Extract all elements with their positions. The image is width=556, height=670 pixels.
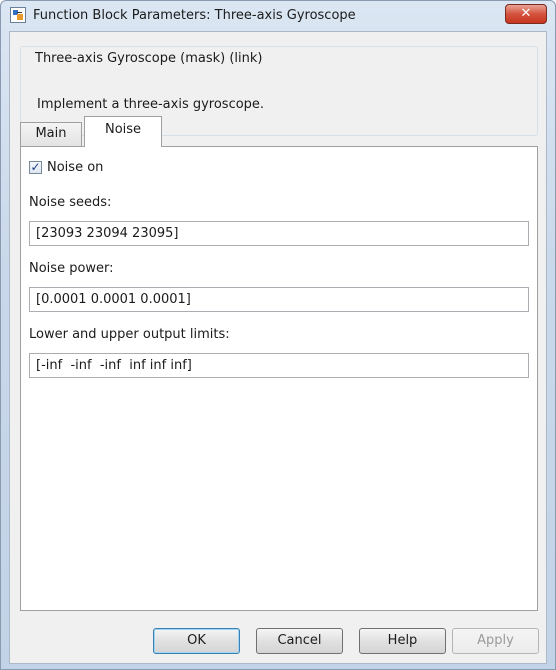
apply-button[interactable]: Apply	[452, 628, 539, 654]
tab-main[interactable]: Main	[20, 122, 82, 146]
block-name: Three-axis Gyroscope (mask) (link)	[31, 51, 267, 66]
title-bar[interactable]: Function Block Parameters: Three-axis Gy…	[1, 1, 555, 31]
window-title: Function Block Parameters: Three-axis Gy…	[33, 8, 356, 23]
noise-on-label[interactable]: Noise on	[47, 160, 103, 175]
help-button[interactable]: Help	[359, 628, 446, 654]
dialog-body: Three-axis Gyroscope (mask) (link) Imple…	[9, 31, 547, 664]
button-row: OK Cancel Help Apply	[10, 628, 548, 658]
noise-on-checkbox[interactable]: ✓	[29, 161, 42, 174]
block-description: Implement a three-axis gyroscope.	[37, 97, 265, 112]
noise-tab-panel: ✓ Noise on Noise seeds: Noise power: Low…	[20, 146, 538, 611]
noise-seeds-label: Noise seeds:	[29, 195, 112, 210]
tab-noise[interactable]: Noise	[84, 116, 162, 147]
tab-strip: Main Noise	[20, 116, 538, 147]
output-limits-label: Lower and upper output limits:	[29, 327, 230, 342]
close-button[interactable]: ✕	[505, 4, 547, 24]
noise-power-input[interactable]	[29, 287, 529, 312]
simulink-block-icon	[10, 7, 26, 23]
noise-power-label: Noise power:	[29, 261, 114, 276]
close-icon: ✕	[520, 6, 532, 21]
cancel-button[interactable]: Cancel	[256, 628, 343, 654]
noise-seeds-input[interactable]	[29, 221, 529, 246]
ok-button[interactable]: OK	[153, 628, 240, 654]
checkmark-icon: ✓	[30, 160, 41, 174]
output-limits-input[interactable]	[29, 353, 529, 378]
dialog-window: Function Block Parameters: Three-axis Gy…	[0, 0, 556, 670]
